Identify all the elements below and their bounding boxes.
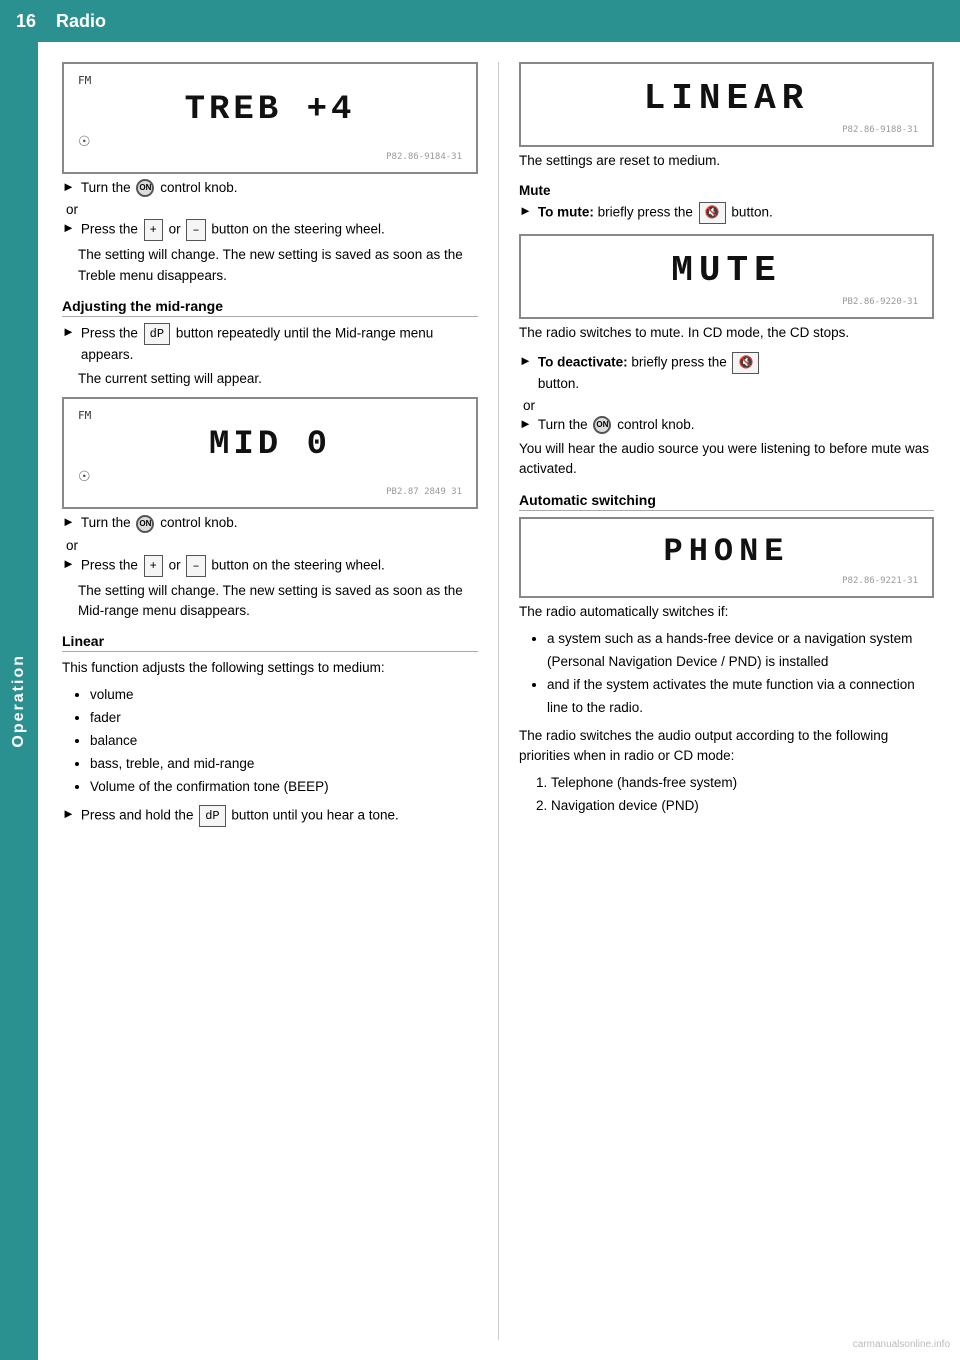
arrow-icon-6: ►: [62, 806, 75, 821]
knob-icon-3: ON: [593, 416, 611, 434]
mute-bold: To mute:: [538, 205, 594, 220]
col-left: FM TREB +4 ☉ P82.86-9184-31 ► Turn the O…: [38, 62, 498, 1340]
mute-main-text: MUTE: [535, 246, 918, 295]
linear-ref: P82.86-9188-31: [535, 125, 918, 135]
phone-main-text: PHONE: [535, 529, 918, 574]
deactivate-line: ► To deactivate: briefly press the 🔇 but…: [519, 352, 934, 394]
mute-btn-2[interactable]: 🔇: [732, 352, 759, 374]
mid-range-heading: Adjusting the mid-range: [62, 298, 478, 317]
listen-note: You will hear the audio source you were …: [519, 439, 934, 480]
bullet-bass: bass, treble, and mid-range: [90, 753, 478, 776]
treb-fm-label: FM: [78, 74, 91, 87]
mid-instr3-text: Press the dP button repeatedly until the…: [81, 323, 478, 365]
linear-display: LINEAR P82.86-9188-31: [519, 62, 934, 147]
plus-btn-1[interactable]: +: [144, 219, 163, 241]
treb-instr2-line: ► Press the + or – button on the steerin…: [62, 219, 478, 241]
treb-main-text: TREB +4: [78, 87, 462, 133]
turn-knob-line: ► Turn the ON control knob.: [519, 415, 934, 435]
treb-instr-block: ► Turn the ON control knob. or ► Press t…: [62, 178, 478, 286]
reset-note: The settings are reset to medium.: [519, 151, 934, 171]
watermark: carmanualsonline.info: [853, 1339, 950, 1350]
linear-desc: This function adjusts the following sett…: [62, 658, 478, 678]
mid-instr4-line: ► Turn the ON control knob.: [62, 513, 478, 533]
priority-note: The radio switches the audio output acco…: [519, 726, 934, 767]
mid-instr5-line: ► Press the + or – button on the steerin…: [62, 555, 478, 577]
mid-turn-block: ► Turn the ON control knob. or ► Press t…: [62, 513, 478, 621]
mid-ref: PB2.87 2849 31: [78, 487, 462, 497]
treb-instr1-text: Turn the ON control knob.: [81, 178, 238, 198]
mid-instr5-text: Press the + or – button on the steering …: [81, 555, 385, 577]
auto-bullet-2: and if the system activates the mute fun…: [547, 674, 934, 720]
arrow-icon-2: ►: [62, 220, 75, 235]
header: 16 Radio: [0, 0, 960, 42]
linear-main-text: LINEAR: [535, 74, 918, 123]
linear-bullets: volume fader balance bass, treble, and m…: [90, 684, 478, 799]
turn-knob-text: Turn the ON control knob.: [538, 415, 695, 435]
or-1: or: [66, 202, 478, 217]
bullet-volume: volume: [90, 684, 478, 707]
mute-btn-1[interactable]: 🔇: [699, 202, 726, 224]
phone-display: PHONE P82.86-9221-31: [519, 517, 934, 598]
plus-btn-2[interactable]: +: [144, 555, 163, 577]
mute-note: The radio switches to mute. In CD mode, …: [519, 323, 934, 343]
mid-instr-block: ► Press the dP button repeatedly until t…: [62, 323, 478, 390]
minus-btn-1[interactable]: –: [186, 219, 205, 241]
section-title: Radio: [56, 11, 106, 32]
priority-list: Telephone (hands-free system) Navigation…: [551, 772, 934, 818]
bullet-confirmation: Volume of the confirmation tone (BEEP): [90, 776, 478, 799]
or-3: or: [523, 398, 934, 413]
or-2: or: [66, 538, 478, 553]
priority-2: Navigation device (PND): [551, 795, 934, 818]
knob-icon-1: ON: [136, 179, 154, 197]
knob-icon-2: ON: [136, 515, 154, 533]
main-content: FM TREB +4 ☉ P82.86-9184-31 ► Turn the O…: [38, 42, 960, 1360]
bullet-fader: fader: [90, 707, 478, 730]
treb-ref: P82.86-9184-31: [78, 152, 462, 162]
auto-bullets: a system such as a hands-free device or …: [547, 628, 934, 720]
dp-btn-1[interactable]: dP: [144, 323, 170, 345]
deactivate-bold: To deactivate:: [538, 354, 628, 369]
linear-heading: Linear: [62, 633, 478, 652]
arrow-icon-8: ►: [519, 353, 532, 368]
auto-switching-heading: Automatic switching: [519, 492, 934, 511]
mute-instr-line: ► To mute: briefly press the 🔇 button.: [519, 202, 934, 224]
arrow-icon-3: ►: [62, 324, 75, 339]
auto-bullet-1: a system such as a hands-free device or …: [547, 628, 934, 674]
mute-display: MUTE PB2.86-9220-31: [519, 234, 934, 319]
auto-note: The radio automatically switches if:: [519, 602, 934, 622]
linear-instr-text: Press and hold the dP button until you h…: [81, 805, 399, 827]
arrow-icon-1: ►: [62, 179, 75, 194]
minus-btn-2[interactable]: –: [186, 555, 205, 577]
mute-instr-text: To mute: briefly press the 🔇 button.: [538, 202, 773, 224]
arrow-icon-4: ►: [62, 514, 75, 529]
mid-instr3-line: ► Press the dP button repeatedly until t…: [62, 323, 478, 365]
mid-note2: The current setting will appear.: [78, 369, 478, 389]
sidebar-label: Operation: [10, 654, 28, 748]
mid-note3: The setting will change. The new setting…: [78, 581, 478, 622]
linear-instr-line: ► Press and hold the dP button until you…: [62, 805, 478, 827]
treb-display: FM TREB +4 ☉ P82.86-9184-31: [62, 62, 478, 174]
treb-instr1-line: ► Turn the ON control knob.: [62, 178, 478, 198]
page-number: 16: [16, 11, 36, 32]
treb-note1: The setting will change. The new setting…: [78, 245, 478, 286]
mid-fm-label: FM: [78, 409, 91, 422]
mute-heading: Mute: [519, 183, 934, 198]
priority-1: Telephone (hands-free system): [551, 772, 934, 795]
arrow-icon-9: ►: [519, 416, 532, 431]
mute-ref: PB2.86-9220-31: [535, 297, 918, 307]
arrow-icon-5: ►: [62, 556, 75, 571]
sidebar: Operation: [0, 42, 38, 1360]
mid-instr4-text: Turn the ON control knob.: [81, 513, 238, 533]
bullet-balance: balance: [90, 730, 478, 753]
phone-ref: P82.86-9221-31: [535, 576, 918, 586]
treb-instr2-text: Press the + or – button on the steering …: [81, 219, 385, 241]
col-right: LINEAR P82.86-9188-31 The settings are r…: [498, 62, 958, 1340]
dp-btn-2[interactable]: dP: [199, 805, 225, 827]
mid-display: FM MID 0 ☉ PB2.87 2849 31: [62, 397, 478, 509]
arrow-icon-7: ►: [519, 203, 532, 218]
mid-main-text: MID 0: [78, 422, 462, 468]
deactivate-text: To deactivate: briefly press the 🔇 butto…: [538, 352, 762, 394]
